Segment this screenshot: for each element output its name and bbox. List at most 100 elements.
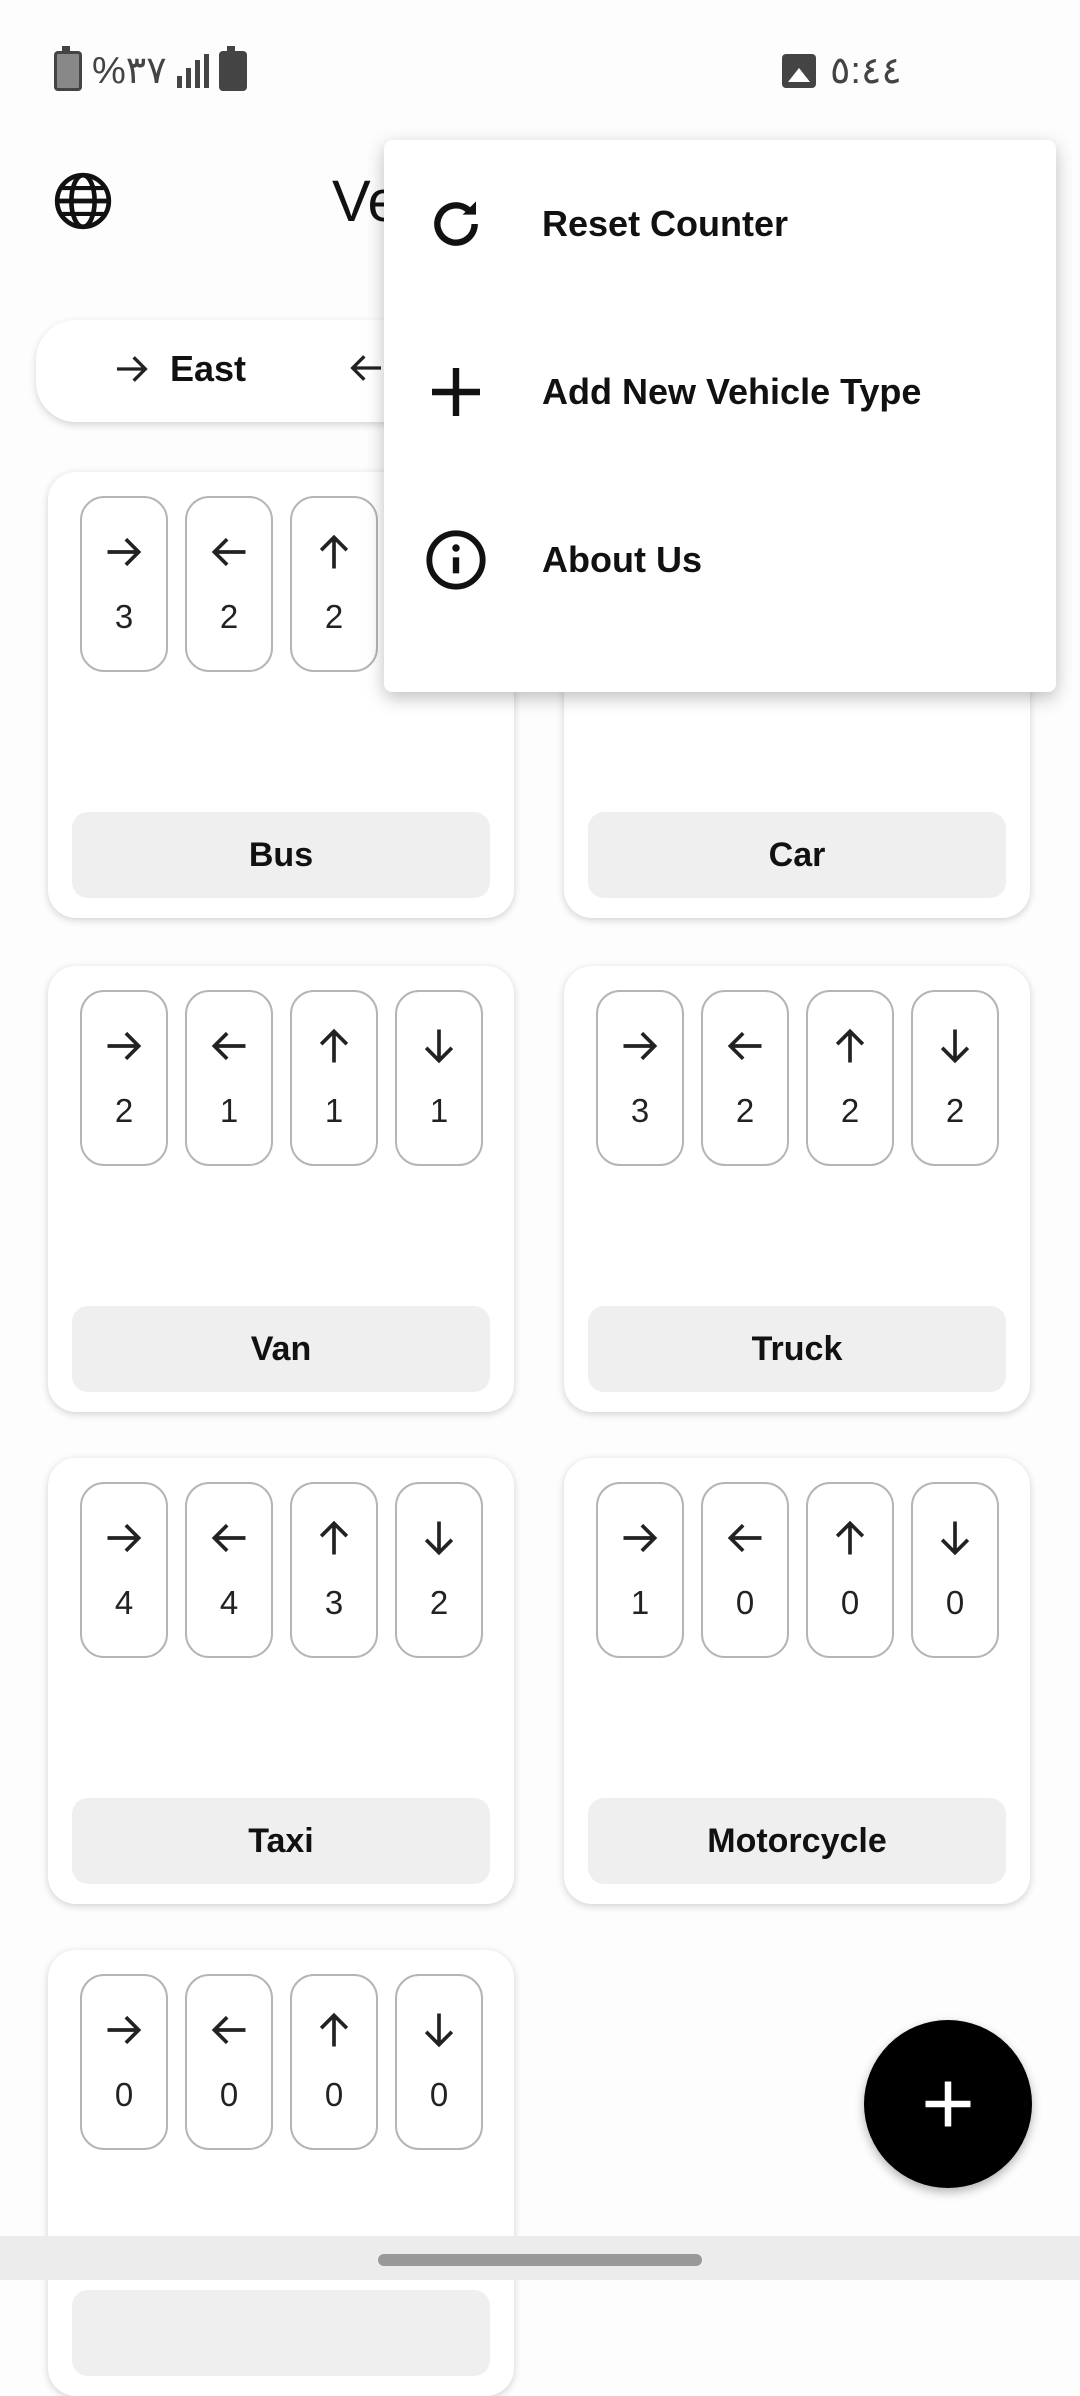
arrow-right-icon: [107, 537, 142, 567]
counter-down-button[interactable]: 1: [395, 990, 483, 1166]
navigation-bar: [0, 2236, 1080, 2280]
battery-saver-icon: [218, 45, 247, 91]
image-notification-icon: [782, 53, 816, 88]
counter-left-button[interactable]: 0: [701, 1482, 789, 1658]
vehicle-card: 4 4 3 2 Taxi: [48, 1458, 514, 1904]
vehicle-type-button[interactable]: [72, 2290, 490, 2376]
arrow-down-icon: [940, 1029, 970, 1064]
plus-icon: [432, 368, 480, 416]
battery-icon: [54, 45, 82, 91]
counter-down-button[interactable]: 0: [911, 1482, 999, 1658]
globe-icon[interactable]: [52, 170, 114, 232]
arrow-down-icon: [424, 2013, 454, 2048]
count-down: 2: [429, 1584, 449, 1621]
count-left: 2: [735, 1092, 755, 1129]
counter-left-button[interactable]: 1: [185, 990, 273, 1166]
arrow-down-icon: [424, 1029, 454, 1064]
arrow-up-icon: [319, 1520, 349, 1555]
arrow-right-icon: [107, 2015, 142, 2045]
add-fab-button[interactable]: [864, 2020, 1032, 2188]
arrow-left-icon: [211, 1031, 246, 1061]
arrow-right-icon: [107, 1523, 142, 1553]
battery-percent: %٣٧: [92, 50, 167, 92]
arrow-right-icon: [623, 1031, 658, 1061]
count-right: 4: [114, 1584, 134, 1621]
counter-right-button[interactable]: 3: [80, 496, 168, 672]
arrow-left-icon: [350, 355, 381, 381]
count-left: 4: [219, 1584, 239, 1621]
vehicle-type-button[interactable]: Truck: [588, 1306, 1006, 1392]
counter-up-button[interactable]: 2: [290, 496, 378, 672]
count-up: 2: [840, 1092, 860, 1129]
status-right: ٥:٤٤: [782, 48, 902, 93]
arrow-left-icon: [727, 1523, 762, 1553]
counter-down-button[interactable]: 0: [395, 1974, 483, 2150]
counter-up-button[interactable]: 2: [806, 990, 894, 1166]
status-bar: %٣٧ ٥:٤٤: [0, 0, 1080, 130]
menu-item-label: About Us: [542, 539, 702, 580]
menu-item-label: Add New Vehicle Type: [542, 371, 922, 412]
signal-icon: [176, 53, 209, 88]
arrow-left-icon: [727, 1031, 762, 1061]
menu-item-about-us[interactable]: About Us: [384, 476, 1056, 644]
arrow-left-icon: [211, 1523, 246, 1553]
counter-up-button[interactable]: 3: [290, 1482, 378, 1658]
counter-up-button[interactable]: 0: [806, 1482, 894, 1658]
count-up: 1: [324, 1092, 344, 1129]
arrow-down-icon: [940, 1521, 970, 1556]
menu-item-label: Reset Counter: [542, 203, 789, 244]
count-down: 0: [429, 2076, 449, 2113]
count-right: 1: [630, 1584, 650, 1621]
menu-item-reset-counter[interactable]: Reset Counter: [384, 140, 1056, 308]
count-left: 0: [735, 1584, 755, 1621]
count-down: 0: [945, 1584, 965, 1621]
counter-right-button[interactable]: 1: [596, 1482, 684, 1658]
arrow-up-icon: [319, 1028, 349, 1063]
counter-right-button[interactable]: 0: [80, 1974, 168, 2150]
counter-up-button[interactable]: 0: [290, 1974, 378, 2150]
counter-left-button[interactable]: 2: [185, 496, 273, 672]
vehicle-type-button[interactable]: Car: [588, 812, 1006, 898]
counter-down-button[interactable]: 2: [395, 1482, 483, 1658]
vehicle-card: 3 2 2 2 Truck: [564, 966, 1030, 1412]
counter-right-button[interactable]: 2: [80, 990, 168, 1166]
refresh-icon: [434, 201, 478, 246]
counter-left-button[interactable]: 2: [701, 990, 789, 1166]
arrow-left-icon: [211, 537, 246, 567]
arrow-right-icon: [107, 1031, 142, 1061]
vehicle-type-button[interactable]: Bus: [72, 812, 490, 898]
arrow-up-icon: [319, 2012, 349, 2047]
counter-right-button[interactable]: 4: [80, 1482, 168, 1658]
counter-left-button[interactable]: 0: [185, 1974, 273, 2150]
vehicle-card: 2 1 1 1 Van: [48, 966, 514, 1412]
home-handle[interactable]: [378, 2254, 702, 2266]
arrow-right-icon: [623, 1523, 658, 1553]
count-right: 3: [114, 598, 134, 635]
count-right: 3: [630, 1092, 650, 1129]
arrow-up-icon: [835, 1028, 865, 1063]
counter-left-button[interactable]: 4: [185, 1482, 273, 1658]
vehicle-card: 1 0 0 0 Motorcycle: [564, 1458, 1030, 1904]
count-right: 0: [114, 2076, 134, 2113]
counter-up-button[interactable]: 1: [290, 990, 378, 1166]
overflow-menu: Reset Counter Add New Vehicle Type About…: [384, 140, 1056, 692]
counter-right-button[interactable]: 3: [596, 990, 684, 1166]
vehicle-type-button[interactable]: Van: [72, 1306, 490, 1392]
info-icon: [426, 530, 486, 590]
count-up: 0: [324, 2076, 344, 2113]
menu-item-add-vehicle-type[interactable]: Add New Vehicle Type: [384, 308, 1056, 476]
count-up: 3: [324, 1584, 344, 1621]
arrow-up-icon: [835, 1520, 865, 1555]
vehicle-type-button[interactable]: Taxi: [72, 1798, 490, 1884]
direction-label: East: [170, 348, 247, 389]
counter-down-button[interactable]: 2: [911, 990, 999, 1166]
count-up: 2: [324, 598, 344, 635]
count-left: 2: [219, 598, 239, 635]
count-down: 1: [429, 1092, 449, 1129]
vehicle-type-button[interactable]: Motorcycle: [588, 1798, 1006, 1884]
arrow-up-icon: [319, 534, 349, 569]
direction-option-east[interactable]: East: [112, 348, 246, 390]
count-left: 1: [219, 1092, 239, 1129]
count-right: 2: [114, 1092, 134, 1129]
count-up: 0: [840, 1584, 860, 1621]
